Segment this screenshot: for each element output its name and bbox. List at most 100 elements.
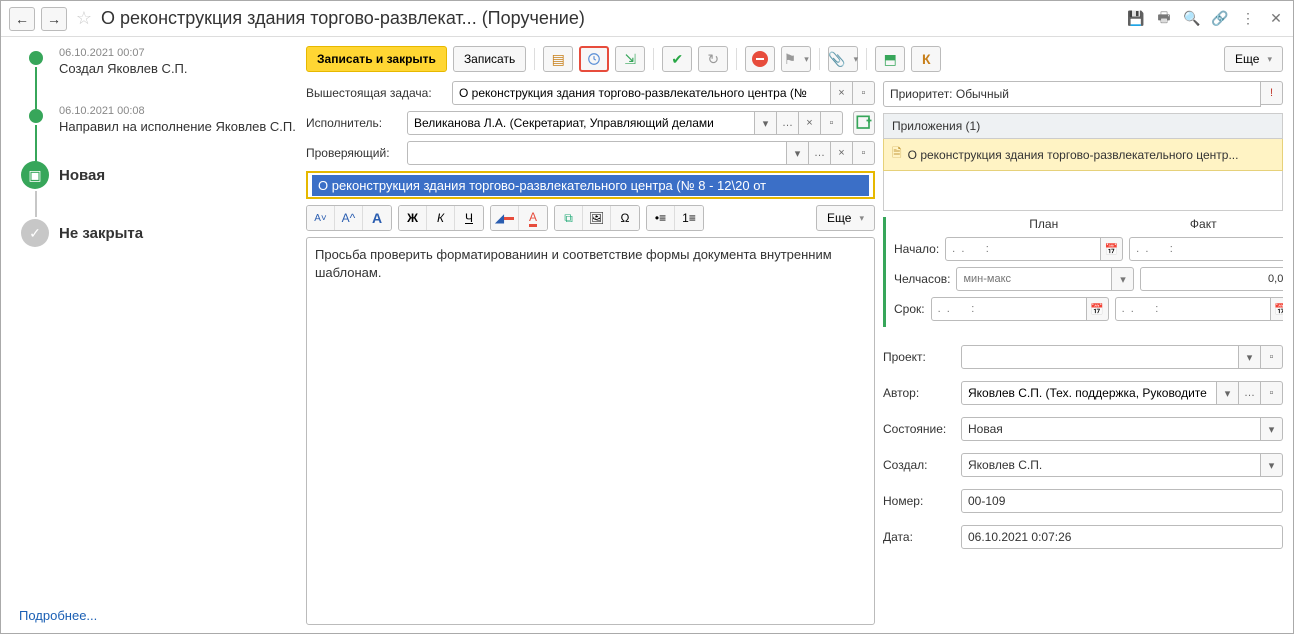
bullet-list-button[interactable]: •≡ <box>647 206 675 230</box>
close-icon[interactable]: ✕ <box>1267 10 1285 28</box>
editor-more-button[interactable]: Еще <box>816 205 875 231</box>
dropdown-button[interactable]: ▾ <box>1239 345 1261 369</box>
parent-task-input[interactable] <box>452 81 831 105</box>
dropdown-icon[interactable]: ▾ <box>1112 267 1134 291</box>
start-label: Начало: <box>894 242 939 256</box>
created-input[interactable]: Яковлев С.П. <box>961 453 1261 477</box>
status-new-label: Новая <box>59 163 296 184</box>
parent-task-label: Вышестоящая задача: <box>306 86 446 100</box>
attachments-header[interactable]: Приложения (1) <box>883 113 1283 139</box>
hours-fact-input[interactable] <box>1140 267 1283 291</box>
dropdown-button[interactable]: ▾ <box>1261 453 1283 477</box>
ellipsis-button[interactable]: … <box>809 141 831 165</box>
save-icon[interactable]: 💾 <box>1127 10 1145 28</box>
dropdown-button[interactable]: ▾ <box>1217 381 1239 405</box>
time-tracking-button[interactable] <box>579 46 609 72</box>
calendar-icon[interactable]: 📅 <box>1271 297 1283 321</box>
favorite-star-button[interactable]: ☆ <box>73 8 95 30</box>
fact-column-header: Факт <box>1124 217 1284 231</box>
insert-symbol-button[interactable]: Ω <box>611 206 639 230</box>
highlight-button[interactable]: ◢ <box>491 206 519 230</box>
timeline-text: Направил на исполнение Яковлев С.П. <box>59 119 296 134</box>
number-list-button[interactable]: 1≡ <box>675 206 703 230</box>
address-book-button[interactable]: ▤ <box>543 46 573 72</box>
ellipsis-button[interactable]: … <box>777 111 799 135</box>
timeline-status-new: ▣ Новая <box>19 163 296 203</box>
priority-flag-button[interactable]: ! <box>1261 81 1283 105</box>
plan-column-header: План <box>964 217 1124 231</box>
k-button[interactable]: К <box>911 46 941 72</box>
toolbar-more-button[interactable]: Еще <box>1224 46 1283 72</box>
redirect-button[interactable]: ⇲ <box>615 46 645 72</box>
font-decrease-button[interactable]: A˅ <box>307 206 335 230</box>
refresh-button[interactable]: ↻ <box>698 46 728 72</box>
open-button[interactable]: ▫ <box>853 81 875 105</box>
created-label: Создал: <box>883 458 955 472</box>
open-button[interactable]: ▫ <box>853 141 875 165</box>
underline-button[interactable]: Ч <box>455 206 483 230</box>
checker-input[interactable] <box>407 141 787 165</box>
subject-field[interactable]: О реконструкция здания торгово-развлекат… <box>306 171 875 199</box>
kebab-menu-icon[interactable]: ⋮ <box>1239 10 1257 28</box>
ellipsis-button[interactable]: … <box>1239 381 1261 405</box>
start-plan-input[interactable] <box>945 237 1101 261</box>
font-style-button[interactable]: A <box>363 206 391 230</box>
font-increase-button[interactable]: A^ <box>335 206 363 230</box>
deadline-fact-input[interactable] <box>1115 297 1271 321</box>
start-fact-input[interactable] <box>1129 237 1283 261</box>
complete-button[interactable]: ✔ <box>662 46 692 72</box>
clear-button[interactable]: × <box>831 81 853 105</box>
stop-button[interactable] <box>745 46 775 72</box>
hours-plan-input[interactable] <box>956 267 1112 291</box>
calendar-icon[interactable]: 📅 <box>1087 297 1109 321</box>
bold-button[interactable]: Ж <box>399 206 427 230</box>
dropdown-button[interactable]: ▾ <box>1261 417 1283 441</box>
status-new-icon: ▣ <box>21 161 49 189</box>
open-button[interactable]: ▫ <box>821 111 843 135</box>
checker-label: Проверяющий: <box>306 146 401 160</box>
project-input[interactable] <box>961 345 1239 369</box>
attachment-name: О реконструкция здания торгово-развлекат… <box>908 148 1239 162</box>
more-details-link[interactable]: Подробнее... <box>19 604 296 627</box>
timeline-dot-icon <box>29 51 43 65</box>
clear-button[interactable]: × <box>831 141 853 165</box>
window-title: О реконструкция здания торгово-развлекат… <box>101 8 1121 29</box>
author-input[interactable] <box>961 381 1217 405</box>
flag-button[interactable]: ⚑ <box>781 46 811 72</box>
state-input[interactable]: Новая <box>961 417 1261 441</box>
structure-button[interactable]: ⬒ <box>875 46 905 72</box>
number-input[interactable]: 00-109 <box>961 489 1283 513</box>
project-label: Проект: <box>883 350 955 364</box>
calendar-icon[interactable]: 📅 <box>1101 237 1123 261</box>
italic-button[interactable]: К <box>427 206 455 230</box>
preview-icon[interactable]: 🔍 <box>1183 10 1201 28</box>
date-input[interactable]: 06.10.2021 0:07:26 <box>961 525 1283 549</box>
state-label: Состояние: <box>883 422 955 436</box>
dropdown-button[interactable]: ▾ <box>787 141 809 165</box>
timeline-status-notclosed: ✓ Не закрыта <box>19 221 296 261</box>
nav-back-button[interactable]: ← <box>9 7 35 31</box>
body-editor[interactable]: Просьба проверить форматированиин и соот… <box>306 237 875 625</box>
priority-field[interactable]: Приоритет: Обычный <box>883 81 1261 107</box>
dropdown-button[interactable]: ▾ <box>755 111 777 135</box>
insert-link-button[interactable]: ⧉ <box>555 206 583 230</box>
link-icon[interactable]: 🔗 <box>1211 10 1229 28</box>
font-color-button[interactable]: A <box>519 206 547 230</box>
nav-forward-button[interactable]: → <box>41 7 67 31</box>
timeline-dot-icon <box>29 109 43 123</box>
save-and-close-button[interactable]: Записать и закрыть <box>306 46 447 72</box>
attachment-item[interactable]: 🗎 О реконструкция здания торгово-развлек… <box>883 139 1283 171</box>
open-button[interactable]: ▫ <box>1261 345 1283 369</box>
executor-input[interactable] <box>407 111 755 135</box>
print-icon[interactable]: 🖶 <box>1155 10 1173 28</box>
status-notclosed-label: Не закрыта <box>59 221 296 242</box>
save-button[interactable]: Записать <box>453 46 526 72</box>
insert-image-button[interactable]: 🖼 <box>583 206 611 230</box>
deadline-plan-input[interactable] <box>931 297 1087 321</box>
add-executor-button[interactable] <box>853 111 875 135</box>
timeline-text: Создал Яковлев С.П. <box>59 61 296 76</box>
clear-button[interactable]: × <box>799 111 821 135</box>
status-notclosed-icon: ✓ <box>21 219 49 247</box>
attach-button[interactable]: 📎 <box>828 46 858 72</box>
open-button[interactable]: ▫ <box>1261 381 1283 405</box>
